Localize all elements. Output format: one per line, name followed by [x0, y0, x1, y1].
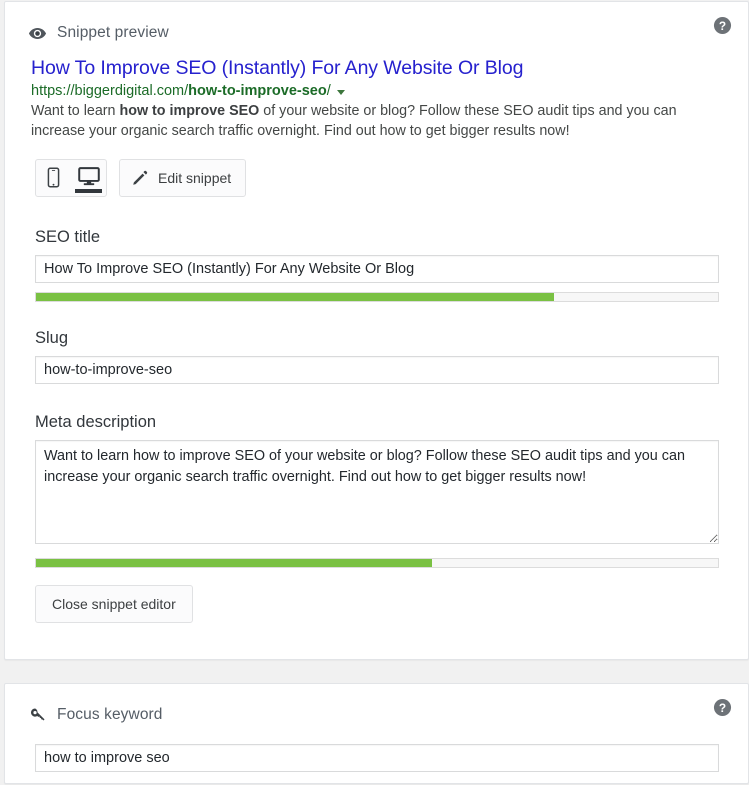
- desc-part-1: Want to learn: [31, 103, 120, 119]
- chevron-down-icon[interactable]: [336, 90, 345, 95]
- seo-title-input[interactable]: [35, 255, 719, 283]
- active-device-indicator: [75, 189, 102, 193]
- snippet-card-header: Snippet preview ?: [5, 2, 748, 48]
- snippet-controls-row: Edit snippet: [5, 141, 748, 197]
- key-icon: [27, 705, 47, 725]
- device-preview-toggle: [35, 159, 107, 197]
- meta-description-field-group: Meta description Want to learn how to im…: [5, 384, 748, 568]
- help-circle-icon[interactable]: ?: [713, 698, 732, 717]
- focus-keyword-input-wrap: [5, 730, 748, 772]
- url-trailing: /: [326, 83, 331, 99]
- svg-text:?: ?: [719, 19, 726, 33]
- mobile-preview-button[interactable]: [36, 160, 71, 196]
- meta-description-label: Meta description: [35, 413, 157, 431]
- seo-title-field-group: SEO title: [5, 197, 748, 302]
- svg-text:?: ?: [719, 701, 726, 715]
- edit-snippet-button[interactable]: Edit snippet: [119, 159, 247, 197]
- desktop-preview-button[interactable]: [71, 160, 106, 196]
- pencil-icon: [132, 169, 149, 188]
- seo-title-label: SEO title: [35, 228, 101, 246]
- mobile-phone-icon: [46, 167, 61, 193]
- meta-description-progress-bar: [35, 558, 719, 568]
- eye-icon: [27, 23, 47, 43]
- snippet-preview-url: https://biggerdigital.com/how-to-improve…: [31, 82, 331, 101]
- snippet-preview-url-row: https://biggerdigital.com/how-to-improve…: [31, 82, 726, 101]
- focus-keyword-card: Focus keyword ?: [4, 683, 749, 784]
- slug-input[interactable]: [35, 356, 719, 384]
- url-base: https://biggerdigital.com/: [31, 83, 189, 99]
- url-slug: how-to-improve-seo: [188, 83, 327, 99]
- google-snippet-preview: How To Improve SEO (Instantly) For Any W…: [5, 48, 748, 141]
- focus-card-header: Focus keyword ?: [5, 684, 748, 730]
- snippet-preview-card: Snippet preview ? How To Improve SEO (In…: [4, 1, 749, 660]
- focus-card-title: Focus keyword: [57, 706, 163, 723]
- slug-field-group: Slug: [5, 302, 748, 384]
- edit-snippet-label: Edit snippet: [158, 170, 232, 186]
- close-snippet-editor-button[interactable]: Close snippet editor: [35, 585, 193, 623]
- close-editor-row: Close snippet editor: [5, 568, 748, 623]
- desktop-monitor-icon: [77, 167, 100, 191]
- focus-keyword-input[interactable]: [35, 744, 719, 772]
- snippet-preview-description: Want to learn how to improve SEO of your…: [31, 102, 719, 141]
- help-circle-icon[interactable]: ?: [713, 16, 732, 35]
- snippet-preview-title[interactable]: How To Improve SEO (Instantly) For Any W…: [31, 56, 726, 80]
- snippet-card-title: Snippet preview: [57, 24, 169, 41]
- meta-description-progress-fill: [36, 559, 432, 567]
- meta-description-textarea[interactable]: Want to learn how to improve SEO of your…: [35, 440, 719, 544]
- desc-keyword-bold: how to improve SEO: [119, 103, 260, 119]
- slug-label: Slug: [35, 329, 69, 347]
- page-root: Snippet preview ? How To Improve SEO (In…: [0, 0, 749, 785]
- seo-title-progress-bar: [35, 292, 719, 302]
- seo-title-progress-fill: [36, 293, 555, 301]
